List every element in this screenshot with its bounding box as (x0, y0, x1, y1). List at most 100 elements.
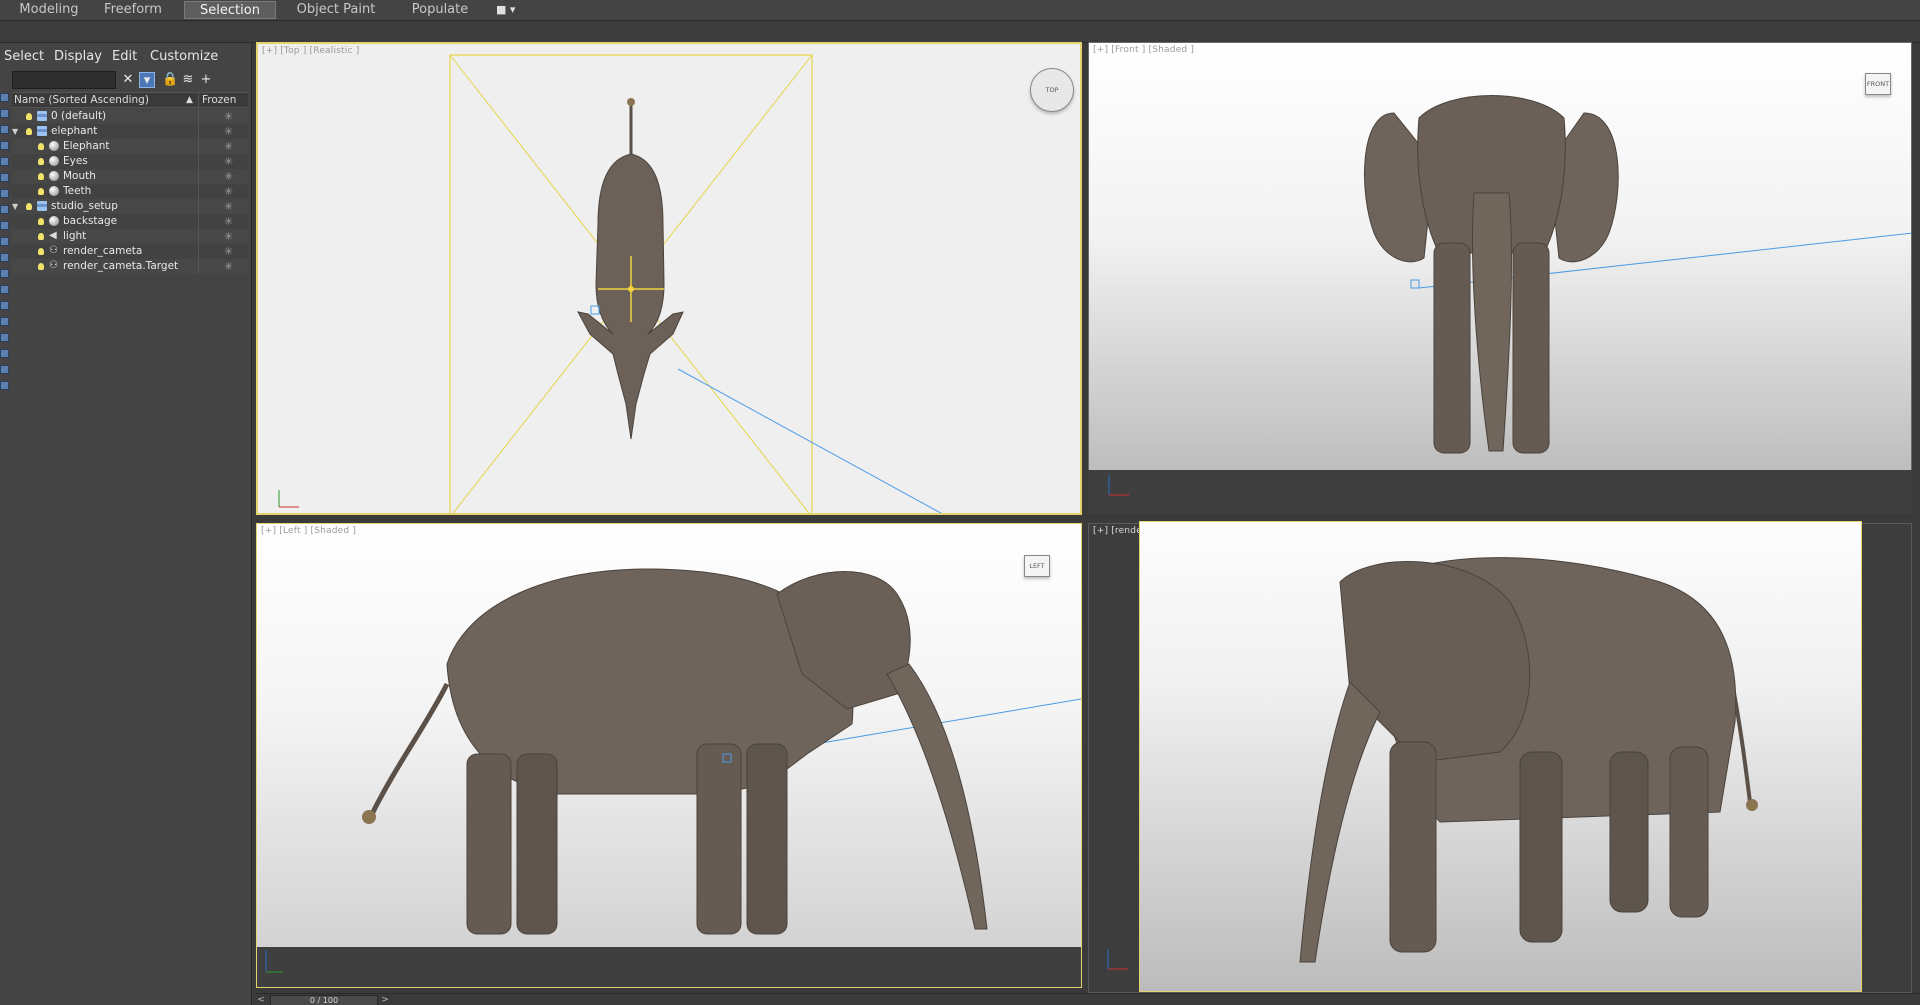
elephant-trunk (886, 663, 988, 930)
display-filter-icon[interactable] (0, 109, 9, 118)
visibility-bulb-icon[interactable] (38, 173, 44, 180)
tree-row[interactable]: ⚇ render_cameta.Target ✳ (12, 259, 248, 274)
frozen-snowflake-icon[interactable]: ✳ (224, 199, 233, 214)
elephant-leg (1609, 751, 1649, 913)
viewport-top[interactable]: [+] [Top ] [Realistic ] TOP (256, 42, 1082, 515)
tree-row[interactable]: ▼ elephant ✳ (12, 124, 248, 139)
front-view-scene (1363, 95, 1911, 454)
tail-tuft (362, 810, 376, 824)
tab-modeling[interactable]: Modeling (6, 1, 92, 19)
next-frame-button[interactable]: > (380, 994, 390, 1005)
viewport-left[interactable]: [+] [Left ] [Shaded ] LEFT (256, 523, 1082, 988)
display-filter-icon[interactable] (0, 317, 9, 326)
column-divider (198, 169, 199, 184)
viewcube-left[interactable]: LEFT (1024, 555, 1050, 577)
visibility-bulb-icon[interactable] (38, 218, 44, 225)
viewport-left-floor (257, 947, 1081, 987)
clear-icon[interactable]: ✕ (120, 72, 136, 88)
visibility-bulb-icon[interactable] (38, 233, 44, 240)
frozen-snowflake-icon[interactable]: ✳ (224, 229, 233, 244)
frozen-snowflake-icon[interactable]: ✳ (224, 169, 233, 184)
frozen-snowflake-icon[interactable]: ✳ (224, 244, 233, 259)
display-filter-icon[interactable] (0, 253, 9, 262)
elephant-leg (1669, 746, 1709, 918)
tree-row[interactable]: 0 (default) ✳ (12, 109, 248, 124)
frozen-snowflake-icon[interactable]: ✳ (224, 124, 233, 139)
tree-row[interactable]: Elephant ✳ (12, 139, 248, 154)
layer-tools-icon[interactable]: ≋ (180, 72, 196, 88)
tree-row[interactable]: ▼ studio_setup ✳ (12, 199, 248, 214)
tree-row[interactable]: Teeth ✳ (12, 184, 248, 199)
visibility-bulb-icon[interactable] (26, 203, 32, 210)
display-filter-icon[interactable] (0, 365, 9, 374)
frozen-snowflake-icon[interactable]: ✳ (224, 109, 233, 124)
visibility-bulb-icon[interactable] (38, 158, 44, 165)
display-filter-icon[interactable] (0, 221, 9, 230)
tree-row-label: light (63, 230, 87, 242)
tree-row-label: render_cameta (63, 245, 143, 257)
frozen-snowflake-icon[interactable]: ✳ (224, 139, 233, 154)
frozen-snowflake-icon[interactable]: ✳ (224, 184, 233, 199)
expand-arrow-icon[interactable]: ▼ (12, 124, 18, 139)
visibility-bulb-icon[interactable] (38, 263, 44, 270)
tree-row[interactable]: backstage ✳ (12, 214, 248, 229)
viewport-front-floor (1088, 470, 1912, 514)
add-icon[interactable]: + (198, 72, 214, 88)
camera-safe-frame (1139, 521, 1862, 992)
expand-arrow-icon[interactable]: ▼ (12, 199, 18, 214)
frozen-snowflake-icon[interactable]: ✳ (224, 154, 233, 169)
display-filter-icon[interactable] (0, 349, 9, 358)
visibility-bulb-icon[interactable] (38, 143, 44, 150)
display-filter-icon[interactable] (0, 141, 9, 150)
find-input[interactable] (12, 71, 116, 89)
menu-edit[interactable]: Edit (112, 47, 137, 67)
menu-display[interactable]: Display (54, 47, 102, 67)
scene-tree: 0 (default) ✳ ▼ elephant ✳ Elephant ✳ Eyes ✳ Mout… (12, 109, 248, 274)
display-filter-icon[interactable] (0, 381, 9, 390)
tree-row[interactable]: Eyes ✳ (12, 154, 248, 169)
tree-row-label: elephant (51, 125, 98, 137)
prev-frame-button[interactable]: < (256, 994, 266, 1005)
tab-populate[interactable]: Populate (398, 1, 482, 19)
visibility-bulb-icon[interactable] (26, 128, 32, 135)
frozen-snowflake-icon[interactable]: ✳ (224, 214, 233, 229)
display-filter-icon[interactable] (0, 237, 9, 246)
ribbon-options-icon[interactable]: ■ ▾ (496, 3, 524, 17)
viewcube-front[interactable]: FRONT (1865, 73, 1891, 95)
display-filter-icon[interactable] (0, 189, 9, 198)
display-filter-icon[interactable] (0, 205, 9, 214)
tail-tuft (1746, 799, 1758, 811)
display-filter-icon[interactable] (0, 285, 9, 294)
tree-row[interactable]: Mouth ✳ (12, 169, 248, 184)
sphere-icon (49, 186, 59, 196)
display-filter-icon[interactable] (0, 125, 9, 134)
menu-select[interactable]: Select (4, 47, 44, 67)
tree-row[interactable]: ⚇ render_cameta ✳ (12, 244, 248, 259)
column-frozen[interactable]: Frozen (198, 93, 248, 108)
menu-customize[interactable]: Customize (150, 47, 218, 67)
filter-icon[interactable]: ▾ (139, 72, 155, 88)
visibility-bulb-icon[interactable] (38, 188, 44, 195)
column-divider (198, 259, 199, 274)
frozen-snowflake-icon[interactable]: ✳ (224, 259, 233, 274)
tree-row[interactable]: ◀ light ✳ (12, 229, 248, 244)
visibility-bulb-icon[interactable] (26, 113, 32, 120)
display-filter-icon[interactable] (0, 333, 9, 342)
viewport-front[interactable]: [+] [Front ] [Shaded ] FRONT (1088, 42, 1912, 472)
visibility-bulb-icon[interactable] (38, 248, 44, 255)
viewcube-top[interactable]: TOP (1030, 68, 1074, 112)
display-filter-icon[interactable] (0, 93, 9, 102)
elephant-leg (1389, 741, 1437, 953)
display-filter-icon[interactable] (0, 301, 9, 310)
camera-gizmo (1410, 279, 1420, 289)
display-filter-icon[interactable] (0, 269, 9, 278)
tab-object-paint[interactable]: Object Paint (288, 1, 384, 19)
time-slider[interactable]: 0 / 100 (270, 995, 378, 1005)
lock-icon[interactable]: 🔒 (162, 72, 178, 88)
tab-freeform[interactable]: Freeform (96, 1, 170, 19)
tab-selection[interactable]: Selection (184, 1, 276, 19)
display-filter-icon[interactable] (0, 157, 9, 166)
display-filter-icon[interactable] (0, 173, 9, 182)
sort-ascending-icon: ▲ (186, 95, 193, 105)
column-name[interactable]: Name (Sorted Ascending) (14, 93, 149, 108)
